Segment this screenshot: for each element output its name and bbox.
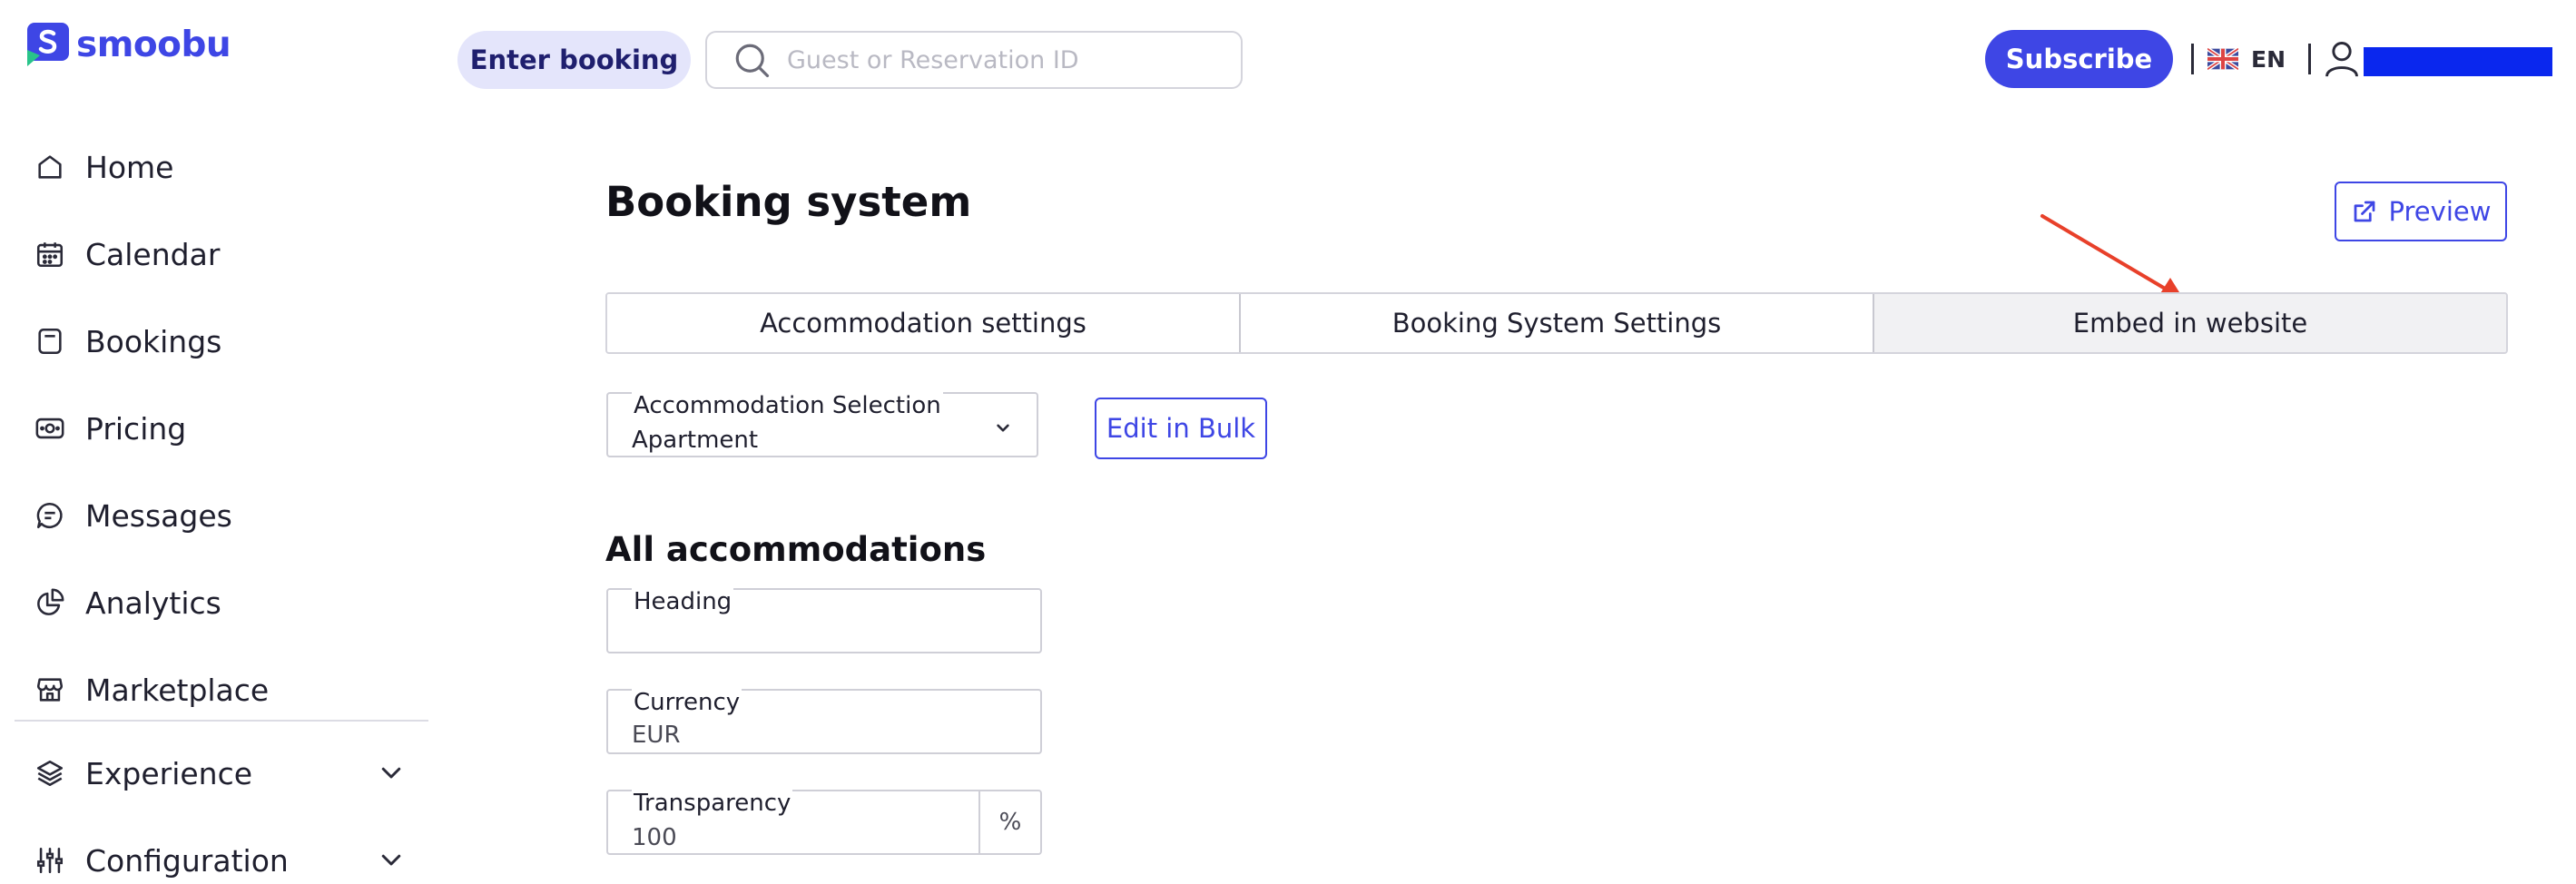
search-input[interactable]: [787, 45, 1186, 74]
messages-icon: [34, 500, 65, 531]
nav-item-calendar[interactable]: Calendar: [15, 211, 428, 298]
nav-item-bookings[interactable]: Bookings: [15, 298, 428, 385]
language-code: EN: [2251, 45, 2286, 73]
currency-field-label: Currency: [632, 689, 742, 716]
nav-label: Messages: [85, 497, 232, 534]
logo[interactable]: smoobu: [27, 22, 231, 67]
chevron-down-icon: [997, 424, 1009, 432]
nav-label: Analytics: [85, 584, 221, 621]
page-title: Booking system: [605, 178, 972, 226]
edit-in-bulk-button[interactable]: Edit in Bulk: [1095, 398, 1267, 459]
nav-item-messages[interactable]: Messages: [15, 472, 428, 559]
percent-suffix: %: [978, 790, 1042, 855]
section-title: All accommodations: [605, 530, 987, 569]
nav-label: Home: [85, 149, 174, 185]
preview-label: Preview: [2388, 196, 2492, 227]
language-switcher[interactable]: EN: [2207, 44, 2286, 74]
calendar-icon: [34, 239, 65, 270]
heading-field-label: Heading: [632, 588, 734, 615]
user-icon[interactable]: [2322, 38, 2362, 78]
nav-group-experience[interactable]: Experience: [15, 730, 428, 817]
analytics-icon: [34, 587, 65, 618]
search-box[interactable]: [705, 31, 1243, 89]
external-link-icon: [2354, 201, 2374, 222]
enter-booking-button[interactable]: Enter booking: [457, 31, 691, 89]
tab-booking-system-settings[interactable]: Booking System Settings: [1241, 294, 1874, 352]
accommodation-select-label: Accommodation Selection: [632, 392, 943, 419]
nav-label: Configuration: [85, 842, 289, 879]
nav-label: Calendar: [85, 236, 221, 272]
nav-divider: [15, 720, 428, 722]
user-name-redacted[interactable]: [2364, 47, 2552, 76]
transparency-field-value: 100: [632, 824, 677, 851]
preview-button[interactable]: Preview: [2335, 182, 2507, 241]
accommodation-select[interactable]: Accommodation Selection Apartment: [606, 392, 1038, 457]
main-nav: Home Calendar Bookings Pricing Messages: [15, 123, 428, 733]
smoobu-logo-icon: [27, 23, 69, 66]
uk-flag-icon: [2207, 48, 2238, 70]
chevron-down-icon[interactable]: [378, 759, 405, 786]
currency-field[interactable]: Currency EUR: [606, 689, 1042, 754]
layers-icon: [34, 758, 65, 789]
chevron-down-icon[interactable]: [378, 846, 405, 873]
tab-accommodation-settings[interactable]: Accommodation settings: [607, 294, 1241, 352]
divider: [2308, 44, 2311, 74]
sidebar: smoobu Home Calendar Bookings Pricing Me…: [0, 0, 436, 884]
search-icon: [735, 44, 770, 78]
nav-label: Bookings: [85, 323, 222, 359]
nav-group-configuration[interactable]: Configuration: [15, 817, 428, 884]
settings-tabs: Accommodation settings Booking System Se…: [605, 292, 2508, 354]
marketplace-icon: [34, 674, 65, 705]
brand-name: smoobu: [76, 24, 231, 65]
transparency-field-label: Transparency: [632, 790, 793, 817]
nav-label: Experience: [85, 755, 253, 791]
subscribe-button[interactable]: Subscribe: [1985, 30, 2173, 88]
nav-item-analytics[interactable]: Analytics: [15, 559, 428, 646]
transparency-field[interactable]: Transparency 100: [606, 790, 980, 855]
sliders-icon: [34, 845, 65, 876]
secondary-nav: Experience Configuration: [15, 730, 428, 884]
nav-label: Pricing: [85, 410, 187, 447]
nav-item-home[interactable]: Home: [15, 123, 428, 211]
accommodation-select-value: Apartment: [632, 427, 759, 454]
pricing-icon: [34, 413, 65, 444]
home-icon: [34, 152, 65, 182]
tab-embed-in-website[interactable]: Embed in website: [1874, 294, 2506, 352]
currency-field-value: EUR: [632, 722, 681, 749]
heading-field[interactable]: Heading: [606, 588, 1042, 653]
nav-item-pricing[interactable]: Pricing: [15, 385, 428, 472]
bookings-icon: [34, 326, 65, 357]
nav-label: Marketplace: [85, 672, 270, 708]
divider: [2191, 44, 2194, 74]
